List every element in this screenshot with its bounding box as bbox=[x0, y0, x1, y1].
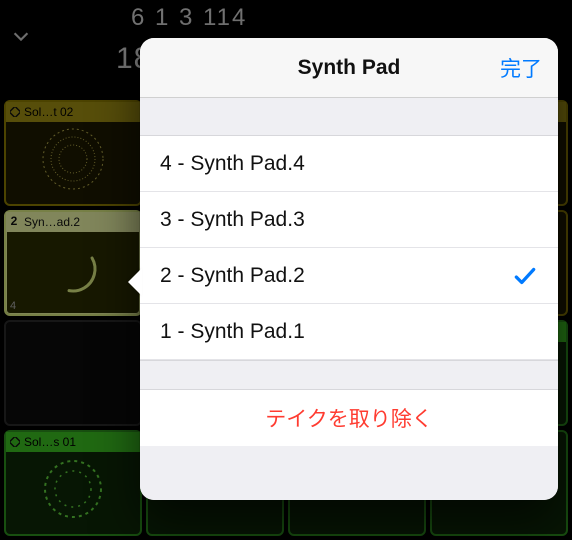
take-row-selected[interactable]: 2 - Synth Pad.2 bbox=[140, 248, 558, 304]
popover-header: Synth Pad 完了 bbox=[140, 38, 558, 98]
take-label: 2 - Synth Pad.2 bbox=[160, 264, 512, 288]
pad-take-badge: 2 bbox=[6, 212, 22, 230]
take-label: 3 - Synth Pad.3 bbox=[160, 208, 538, 232]
pad-corner-count: 4 bbox=[10, 300, 16, 312]
popover-spacer bbox=[140, 98, 558, 136]
remove-take-button[interactable]: テイクを取り除く bbox=[140, 390, 558, 446]
transport-position: 6 1 3 114 bbox=[131, 4, 247, 32]
take-list: 4 - Synth Pad.4 3 - Synth Pad.3 2 - Synt… bbox=[140, 136, 558, 360]
pad-cell-selected[interactable]: 2 Syn…ad.2 4 bbox=[4, 210, 142, 316]
take-row[interactable]: 1 - Synth Pad.1 bbox=[140, 304, 558, 360]
pad-title: Sol…s 01 bbox=[24, 435, 136, 449]
take-label: 1 - Synth Pad.1 bbox=[160, 320, 538, 344]
popover-title: Synth Pad bbox=[298, 56, 401, 80]
check-icon bbox=[512, 263, 538, 289]
popover-arrow bbox=[128, 268, 142, 296]
remove-take-label: テイクを取り除く bbox=[265, 403, 433, 433]
pad-ring-icon bbox=[38, 454, 108, 524]
popover-spacer bbox=[140, 360, 558, 390]
pad-cell-empty[interactable] bbox=[4, 320, 142, 426]
take-row[interactable]: 4 - Synth Pad.4 bbox=[140, 136, 558, 192]
popover-footer bbox=[140, 446, 558, 500]
pad-ring-icon bbox=[38, 234, 108, 304]
pad-title: Syn…ad.2 bbox=[24, 215, 136, 229]
position-text: 6 1 3 114 bbox=[131, 4, 247, 32]
done-button[interactable]: 完了 bbox=[500, 38, 542, 97]
loop-icon bbox=[10, 107, 20, 117]
pad-ring-icon bbox=[38, 124, 108, 194]
pad-cell[interactable]: Sol…s 01 bbox=[4, 430, 142, 536]
takes-popover: Synth Pad 完了 4 - Synth Pad.4 3 - Synth P… bbox=[140, 38, 558, 500]
pad-title: Sol…t 02 bbox=[24, 105, 136, 119]
chevron-down-icon[interactable] bbox=[10, 25, 32, 47]
take-row[interactable]: 3 - Synth Pad.3 bbox=[140, 192, 558, 248]
take-label: 4 - Synth Pad.4 bbox=[160, 152, 538, 176]
loop-icon bbox=[10, 437, 20, 447]
pad-cell[interactable]: Sol…t 02 bbox=[4, 100, 142, 206]
